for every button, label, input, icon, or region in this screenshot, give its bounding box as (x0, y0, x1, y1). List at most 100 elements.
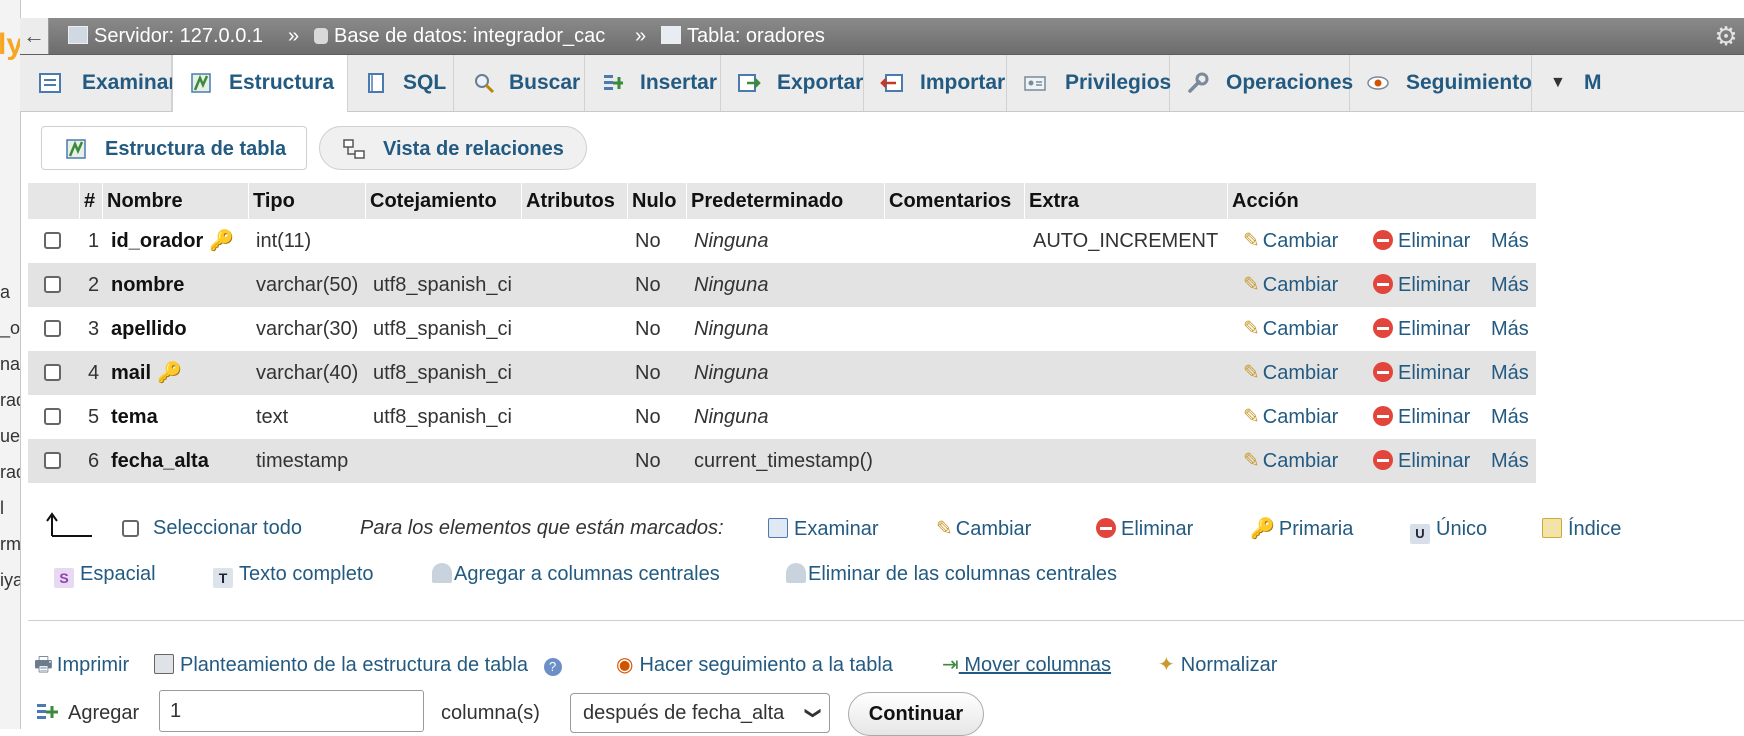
bulk-unique-button[interactable]: U Único (1410, 515, 1488, 544)
column-name[interactable]: mail 🔑 (111, 351, 182, 395)
subtab-label: Vista de relaciones (383, 138, 564, 160)
bulk-add-central-label: Agregar a columnas centrales (454, 563, 720, 585)
change-link[interactable]: ✎ Cambiar (1243, 351, 1338, 395)
change-link[interactable]: ✎ Cambiar (1243, 439, 1338, 483)
tab-label: Privilegios (1065, 71, 1172, 94)
change-link[interactable]: ✎ Cambiar (1243, 395, 1338, 439)
more-link[interactable]: Más (1491, 395, 1529, 439)
propose-structure-link[interactable]: Planteamiento de la estructura de tabla … (154, 651, 562, 679)
bulk-spatial-label: Espacial (80, 563, 156, 585)
row-checkbox[interactable] (44, 408, 61, 425)
track-table-link[interactable]: ◉ Hacer seguimiento a la tabla (616, 651, 893, 679)
move-columns-label: Mover columnas (958, 654, 1112, 676)
tab-operations[interactable]: Operaciones (1170, 55, 1353, 111)
export-icon (738, 74, 761, 92)
nav-fragment[interactable]: l (0, 498, 4, 519)
header-type: Tipo (249, 183, 366, 219)
change-link[interactable]: ✎ Cambiar (1243, 307, 1338, 351)
subtab-table-structure[interactable]: Estructura de tabla (41, 126, 307, 170)
nav-fragment[interactable]: rad (0, 462, 20, 483)
browse-icon (768, 518, 788, 538)
drop-link[interactable]: Eliminar (1373, 263, 1470, 307)
drop-link[interactable]: Eliminar (1373, 307, 1470, 351)
collapse-nav-button[interactable]: ← (20, 18, 49, 54)
index-icon (1542, 518, 1562, 538)
pencil-icon: ✎ (936, 518, 953, 540)
tab-search[interactable]: Buscar (454, 55, 585, 111)
breadcrumb-server[interactable]: Servidor: 127.0.0.1 (68, 18, 263, 54)
columns-label: columna(s) (441, 702, 540, 724)
more-link[interactable]: Más (1491, 307, 1529, 351)
change-label: Cambiar (1262, 230, 1339, 252)
column-name[interactable]: apellido (111, 307, 187, 351)
drop-link[interactable]: Eliminar (1373, 395, 1470, 439)
move-columns-link[interactable]: ⇥ Mover columnas (942, 651, 1111, 679)
breadcrumb-table[interactable]: Tabla: oradores (661, 18, 825, 54)
row-checkbox[interactable] (44, 276, 61, 293)
nav-fragment[interactable]: iya (0, 570, 20, 591)
row-checkbox[interactable] (44, 232, 61, 249)
bulk-change-button[interactable]: ✎ Cambiar (936, 515, 1031, 543)
column-name[interactable]: nombre (111, 263, 184, 307)
bulk-index-button[interactable]: Índice (1542, 515, 1621, 543)
bulk-primary-label: Primaria (1278, 518, 1354, 540)
help-icon[interactable]: ? (543, 658, 562, 676)
nav-fragment[interactable]: na (0, 354, 20, 375)
column-default: Ninguna (694, 318, 769, 340)
breadcrumb-server-label: Servidor: 127.0.0.1 (94, 25, 263, 47)
tab-sql[interactable]: SQL (348, 55, 454, 111)
subtab-relation-view[interactable]: Vista de relaciones (319, 126, 587, 170)
bulk-fulltext-button[interactable]: T Texto completo (213, 560, 374, 588)
nav-fragment[interactable]: rm (0, 534, 20, 555)
drop-link[interactable]: Eliminar (1373, 219, 1470, 263)
pencil-icon: ✎ (1243, 318, 1260, 340)
tab-import[interactable]: Importar (864, 55, 1007, 111)
tab-browse[interactable]: Examinar (20, 55, 177, 111)
tab-insert[interactable]: Insertar (585, 55, 721, 111)
more-link[interactable]: Más (1491, 439, 1529, 483)
select-all[interactable]: Seleccionar todo (122, 514, 302, 542)
normalize-link[interactable]: ✦ Normalizar (1158, 651, 1277, 679)
tab-more[interactable]: ▼ M (1532, 55, 1744, 111)
column-count-input[interactable] (159, 690, 424, 732)
print-link[interactable]: 🖶 Imprimir (34, 651, 129, 679)
continue-button[interactable]: Continuar (848, 692, 984, 736)
drop-link[interactable]: Eliminar (1373, 351, 1470, 395)
bulk-primary-button[interactable]: 🔑 Primaria (1250, 515, 1353, 543)
bulk-spatial-button[interactable]: S Espacial (54, 560, 156, 588)
position-select[interactable]: después de fecha_alta ❯ (570, 693, 830, 733)
column-name[interactable]: fecha_alta (111, 439, 209, 483)
breadcrumb-database[interactable]: Base de datos: integrador_cac (314, 18, 605, 54)
change-link[interactable]: ✎ Cambiar (1243, 219, 1338, 263)
bulk-unique-label: Único (1436, 518, 1488, 540)
bulk-remove-central-button[interactable]: Eliminar de las columnas centrales (786, 560, 1117, 588)
row-checkbox[interactable] (44, 452, 61, 469)
column-collation: utf8_spanish_ci (373, 406, 512, 428)
tab-structure[interactable]: Estructura (172, 55, 348, 112)
row-checkbox[interactable] (44, 320, 61, 337)
bulk-browse-button[interactable]: Examinar (768, 515, 878, 543)
nav-fragment[interactable]: a (0, 282, 10, 303)
row-checkbox[interactable] (44, 364, 61, 381)
gear-icon[interactable]: ⚙ (1712, 22, 1740, 50)
tab-privileges[interactable]: Privilegios (1007, 55, 1172, 111)
select-all-checkbox[interactable] (122, 520, 139, 537)
bulk-add-central-button[interactable]: Agregar a columnas centrales (432, 560, 720, 588)
table-header: # Nombre Tipo Cotejamiento Atributos Nul… (28, 183, 1536, 219)
more-link[interactable]: Más (1491, 351, 1529, 395)
primary-key-icon: 🔑 (1250, 518, 1275, 540)
column-name[interactable]: id_orador 🔑 (111, 219, 234, 263)
nav-fragment[interactable]: rad (0, 390, 20, 411)
more-link[interactable]: Más (1491, 219, 1529, 263)
nav-fragment[interactable]: _ol (0, 318, 20, 339)
column-collation: utf8_spanish_ci (373, 362, 512, 384)
column-name[interactable]: tema (111, 395, 158, 439)
bulk-drop-button[interactable]: Eliminar (1096, 515, 1193, 543)
more-link[interactable]: Más (1491, 263, 1529, 307)
tab-tracking[interactable]: Seguimiento (1350, 55, 1532, 111)
tab-export[interactable]: Exportar (721, 55, 864, 111)
nav-fragment[interactable]: ue (0, 426, 20, 447)
drop-link[interactable]: Eliminar (1373, 439, 1470, 483)
eye-icon: ◉ (616, 654, 634, 676)
change-link[interactable]: ✎ Cambiar (1243, 263, 1338, 307)
